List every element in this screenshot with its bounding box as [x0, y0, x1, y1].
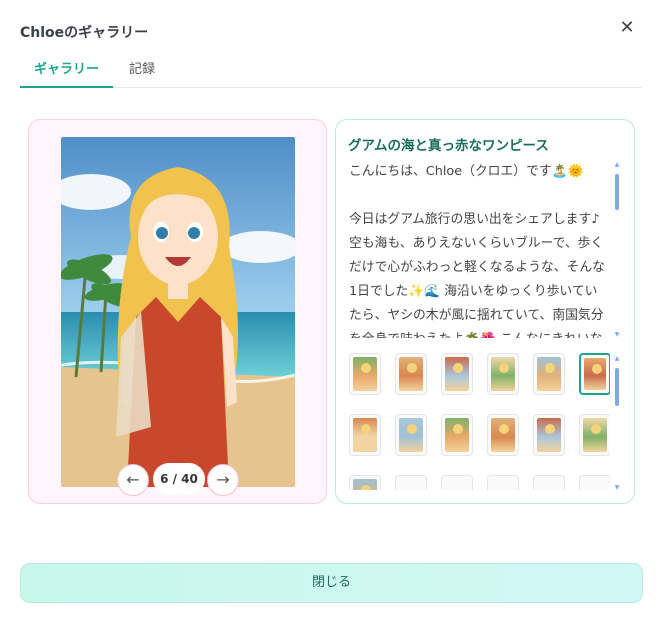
- thumbnail-grid: [346, 350, 610, 490]
- tab-records[interactable]: 記録: [128, 58, 156, 88]
- thumbnail[interactable]: [349, 475, 381, 490]
- thumbnail[interactable]: [395, 353, 427, 395]
- prev-button[interactable]: ←: [117, 464, 149, 496]
- thumbnail[interactable]: [487, 414, 519, 456]
- thumbnail[interactable]: [441, 353, 473, 395]
- main-photo: [61, 137, 295, 487]
- tab-gallery[interactable]: ギャラリー: [20, 58, 113, 88]
- thumbnail[interactable]: [349, 414, 381, 456]
- image-viewer: ← 6 / 40 →: [28, 119, 327, 504]
- thumbnail[interactable]: [579, 353, 610, 395]
- dialog-title: Chloeのギャラリー: [20, 25, 149, 41]
- post-body: こんにちは、Chloe（クロエ）です🏝️🌞 今日はグアム旅行の思い出をシェアしま…: [349, 164, 605, 338]
- post-scrollbar[interactable]: ▲ ▼: [614, 162, 620, 338]
- main-photo-illustration: [61, 137, 295, 487]
- next-button[interactable]: →: [207, 464, 239, 496]
- thumbnail[interactable]: [533, 414, 565, 456]
- thumbnail[interactable]: [441, 475, 473, 490]
- scroll-down-icon[interactable]: ▼: [614, 485, 620, 491]
- scroll-down-icon[interactable]: ▼: [614, 332, 620, 338]
- close-icon[interactable]: ✕: [617, 18, 637, 38]
- thumbnail[interactable]: [395, 414, 427, 456]
- thumbnail[interactable]: [395, 475, 427, 490]
- scroll-up-icon[interactable]: ▲: [614, 356, 620, 362]
- thumbnail[interactable]: [579, 475, 610, 490]
- image-counter: 6 / 40: [153, 463, 205, 495]
- post-panel: グアムの海と真っ赤なワンピース こんにちは、Chloe（クロエ）です🏝️🌞 今日…: [335, 119, 635, 504]
- scroll-up-icon[interactable]: ▲: [614, 162, 620, 168]
- thumbnail[interactable]: [533, 475, 565, 490]
- thumbnail[interactable]: [487, 475, 519, 490]
- post-title: グアムの海と真っ赤なワンピース: [348, 138, 549, 154]
- close-button[interactable]: 閉じる: [20, 563, 643, 603]
- thumbnail[interactable]: [441, 414, 473, 456]
- thumbnail[interactable]: [349, 353, 381, 395]
- thumbnail[interactable]: [533, 353, 565, 395]
- gallery-dialog: Chloeのギャラリー ✕ ギャラリー 記録 ← 6 / 40 → グアムの海と…: [0, 0, 666, 624]
- thumbnail-scrollbar[interactable]: ▲ ▼: [614, 356, 620, 491]
- tab-bar: ギャラリー 記録: [20, 52, 642, 88]
- thumbnail[interactable]: [487, 353, 519, 395]
- thumbnail[interactable]: [579, 414, 610, 456]
